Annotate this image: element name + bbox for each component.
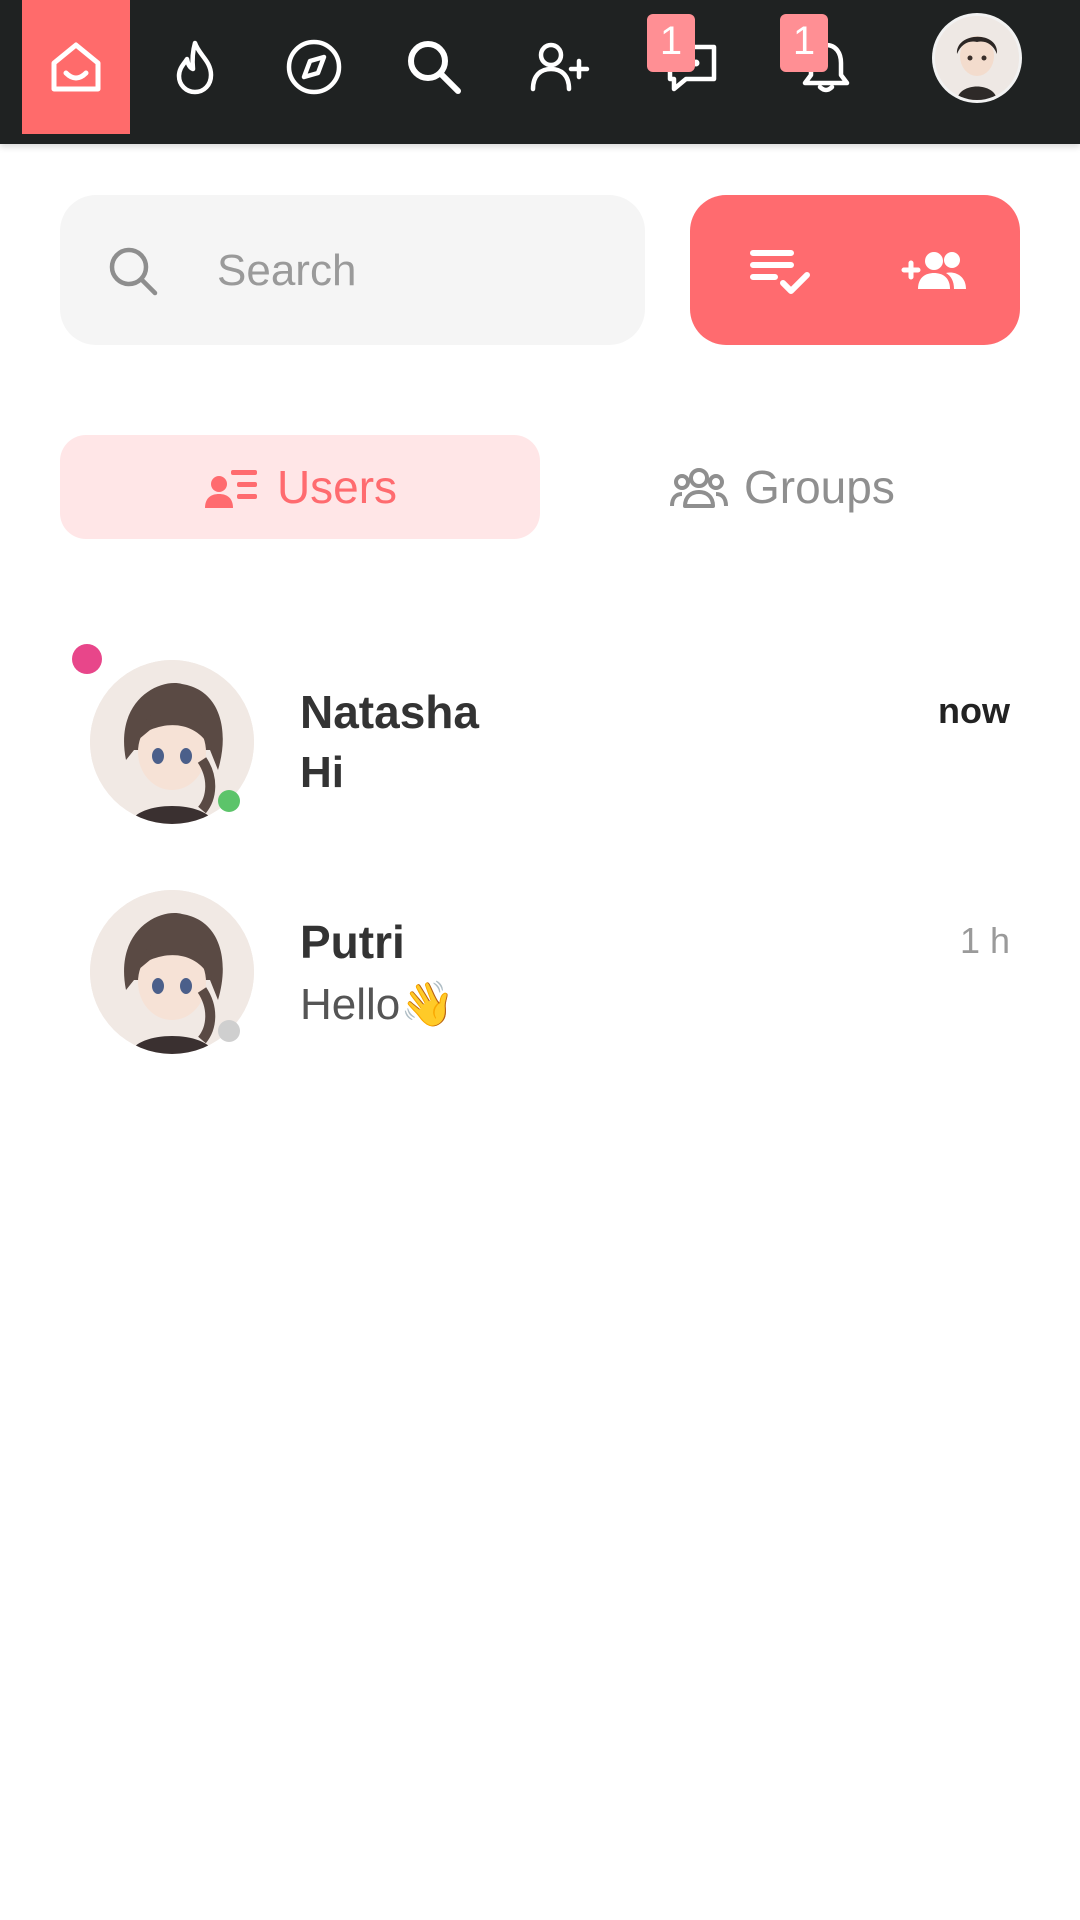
chat-timestamp: 1 h — [959, 920, 1010, 961]
tab-groups-label: Groups — [744, 461, 895, 513]
tab-users[interactable]: Users — [60, 435, 540, 539]
chat-name: Natasha — [300, 686, 479, 738]
add-group-icon — [901, 252, 966, 289]
action-buttons-group — [690, 195, 1020, 345]
messages-badge: 1 — [647, 14, 695, 72]
nav-explore-button[interactable] — [260, 0, 368, 134]
chat-list-item[interactable]: Natasha Hi now — [60, 640, 1020, 824]
top-navigation-bar: 1 1 — [0, 0, 1080, 144]
tab-users-label: Users — [276, 461, 398, 513]
home-icon — [51, 42, 101, 92]
groups-icon — [670, 468, 728, 508]
nav-search-button[interactable] — [380, 0, 488, 134]
search-box[interactable] — [60, 195, 645, 345]
notifications-badge: 1 — [780, 14, 828, 72]
compass-icon — [286, 39, 342, 95]
chat-timestamp: now — [938, 690, 1010, 731]
offline-status-dot — [218, 1020, 240, 1042]
chat-name: Putri — [300, 916, 405, 968]
search-icon — [109, 247, 158, 296]
nav-hot-button[interactable] — [141, 0, 249, 134]
nav-add-friend-button[interactable] — [505, 0, 613, 134]
search-input[interactable] — [215, 235, 619, 307]
mark-all-read-button[interactable] — [740, 230, 820, 310]
chat-last-message: Hi — [300, 748, 344, 797]
tab-groups[interactable]: Groups — [590, 435, 1070, 539]
flame-icon — [176, 40, 214, 95]
checklist-icon — [750, 250, 810, 294]
search-icon — [408, 41, 461, 94]
create-group-button[interactable] — [895, 230, 975, 310]
profile-avatar[interactable] — [935, 16, 1019, 100]
chat-last-message: Hello👋 — [300, 980, 456, 1029]
chat-list-item[interactable]: Putri Hello👋 1 h — [60, 870, 1020, 1054]
online-status-dot — [218, 790, 240, 812]
avatar-image — [935, 16, 1019, 100]
unread-indicator — [72, 644, 102, 674]
users-list-icon — [204, 470, 257, 508]
add-user-icon — [530, 42, 590, 92]
nav-home-button[interactable] — [22, 0, 130, 134]
